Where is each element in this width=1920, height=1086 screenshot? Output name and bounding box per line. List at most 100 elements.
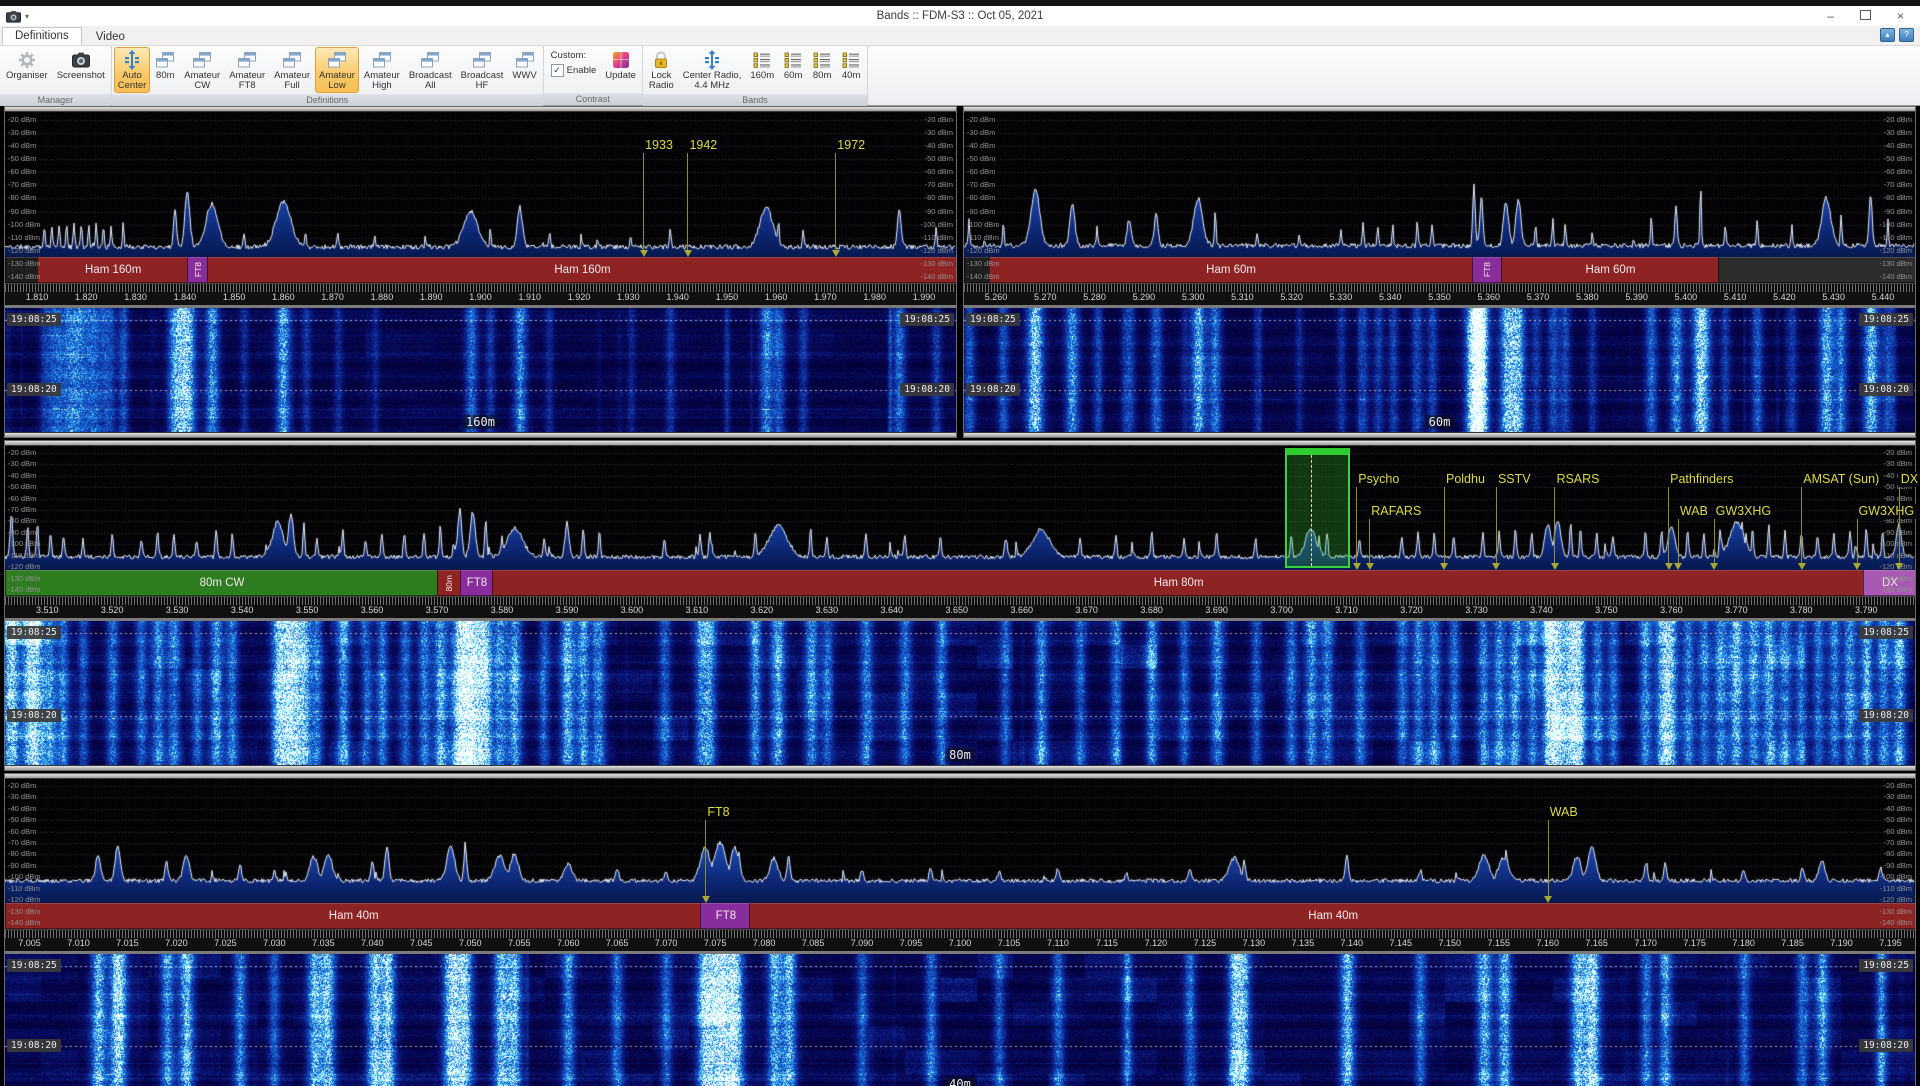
ribbon-button-label: Organiser [6, 71, 48, 92]
tab-video[interactable]: Video [84, 29, 137, 45]
band-segment-ft8[interactable]: FT8 [1472, 257, 1503, 283]
band-segment-ham-40m[interactable]: Ham 40m [749, 903, 1915, 929]
freq-tick-label: 5.340 [1379, 292, 1402, 302]
marker-pathfinders[interactable]: Pathfinders [1667, 472, 1736, 487]
freq-tick-label: 1.930 [617, 292, 640, 302]
marker-gw3xhg[interactable]: GW3XHG [1856, 504, 1918, 519]
band-segment-ham-40m[interactable]: Ham 40m [5, 903, 701, 929]
spectrum-40m[interactable]: Ham 40mFT8Ham 40m -20 dBm-20 dBm-30 dBm-… [5, 779, 1915, 929]
band-segment-ham-60m[interactable]: Ham 60m [989, 257, 1473, 283]
ribbon-button-amateur-full[interactable]: AmateurFull [270, 47, 314, 93]
band-segment-ft8[interactable]: FT8 [187, 257, 208, 283]
marker-line [1857, 519, 1858, 563]
band-segment-ham-80m[interactable]: Ham 80m [492, 570, 1864, 596]
marker-rafars[interactable]: RAFARS [1368, 504, 1424, 519]
marker-gw3xhg[interactable]: GW3XHG [1713, 504, 1775, 519]
ribbon-button-organiser[interactable]: Organiser [2, 47, 52, 93]
band-segment-unallocated[interactable] [964, 257, 990, 283]
ribbon-button-amateur-high[interactable]: AmateurHigh [360, 47, 404, 93]
marker-1933[interactable]: 1933 [642, 138, 676, 153]
app-window: ▾ Bands :: FDM-S3 :: Oct 05, 2021 – × De… [0, 0, 1920, 1086]
waterfall-160m[interactable]: 160m 19:08:2519:08:2519:08:2019:08:20 [5, 308, 956, 432]
freq-tick-label: 5.280 [1083, 292, 1106, 302]
timestamp-top-right: 19:08:25 [1859, 959, 1913, 972]
freq-tick-label: 3.510 [36, 605, 59, 615]
ribbon-button-80m[interactable]: 80m [808, 47, 836, 93]
marker-1942[interactable]: 1942 [686, 138, 720, 153]
freq-tick-label: 3.580 [491, 605, 514, 615]
marker-poldhu[interactable]: Poldhu [1443, 472, 1488, 487]
help-icon[interactable]: ? [1899, 28, 1914, 42]
ribbon-button-broadcast-all[interactable]: BroadcastAll [405, 47, 456, 93]
waterfall-80m[interactable]: 80m 19:08:2519:08:2519:08:2019:08:20 [5, 621, 1915, 765]
marker-1972[interactable]: 1972 [834, 138, 868, 153]
band-segment-dx[interactable]: DX [1863, 570, 1915, 596]
tab-definitions[interactable]: Definitions [2, 27, 82, 45]
palette-icon [611, 50, 631, 70]
marker-wab[interactable]: WAB [1677, 504, 1711, 519]
freq-tick-label: 1.820 [75, 292, 98, 302]
restore-button[interactable] [1860, 10, 1871, 22]
update-button[interactable]: Update [601, 47, 640, 92]
ribbon-button-auto-center[interactable]: AutoCenter [114, 47, 151, 93]
spectrum-160m[interactable]: Ham 160mFT8Ham 160m -20 dBm-20 dBm-30 dB… [5, 112, 956, 283]
gear-icon [17, 50, 37, 70]
band-segment-ham-60m[interactable]: Ham 60m [1501, 257, 1719, 283]
band-segment-ham-160m[interactable]: Ham 160m [207, 257, 956, 283]
band-segment-80m-cw[interactable]: 80m CW [5, 570, 438, 596]
marker-psycho[interactable]: Psycho [1355, 472, 1402, 487]
close-button[interactable]: × [1897, 10, 1904, 22]
bandbar-160m[interactable]: Ham 160mFT8Ham 160m [5, 257, 956, 283]
bandbar-40m[interactable]: Ham 40mFT8Ham 40m [5, 903, 1915, 929]
band-name-label: 60m [1425, 415, 1455, 429]
bandbar-60m[interactable]: Ham 60mFT8Ham 60m [964, 257, 1915, 283]
freq-tick-label: 1.950 [716, 292, 739, 302]
band-segment-ham-160m[interactable]: Ham 160m [37, 257, 188, 283]
marker-ft8[interactable]: FT8 [704, 805, 732, 820]
marker-arrow-icon [1798, 563, 1806, 570]
band-segment-unallocated[interactable] [5, 257, 38, 283]
marker-wab[interactable]: WAB [1547, 805, 1581, 820]
ribbon-button-center-radio-4-4-mhz[interactable]: Center Radio,4.4 MHz [679, 47, 746, 93]
spectrum-60m[interactable]: Ham 60mFT8Ham 60m -20 dBm-20 dBm-30 dBm-… [964, 112, 1915, 283]
ribbon-button-label: LockRadio [649, 71, 674, 92]
ribbon-button-label: AmateurHigh [364, 71, 400, 92]
band-segment-ft8[interactable]: FT8 [700, 903, 750, 929]
marker-sstv[interactable]: SSTV [1495, 472, 1534, 487]
ribbon-button-amateur-cw[interactable]: AmateurCW [180, 47, 224, 93]
ribbon-button-160m[interactable]: 160m [746, 47, 778, 93]
ribbon-button-amateur-ft8[interactable]: AmateurFT8 [225, 47, 269, 93]
marker-amsat-sun[interactable]: AMSAT (Sun) [1800, 472, 1882, 487]
freq-tick-label: 7.075 [704, 938, 727, 948]
freq-tick-label: 5.300 [1182, 292, 1205, 302]
list-icon [841, 50, 861, 70]
ribbon-display-options-icon[interactable]: ▴ [1880, 28, 1895, 42]
freq-tick-label: 3.650 [945, 605, 968, 615]
ribbon-button-broadcast-hf[interactable]: BroadcastHF [457, 47, 508, 93]
minimize-button[interactable]: – [1827, 10, 1834, 22]
band-segment-80m[interactable]: 80m [437, 570, 461, 596]
bandbar-80m[interactable]: 80m CW80mFT8Ham 80mDX [5, 570, 1915, 596]
marker-rsars[interactable]: RSARS [1553, 472, 1602, 487]
ribbon-button-lock-radio[interactable]: LockRadio [645, 47, 678, 93]
spectrum-80m[interactable]: 80m CW80mFT8Ham 80mDX -20 dBm-20 dBm-30 … [5, 446, 1915, 596]
timestamp-bottom-left: 19:08:20 [7, 1039, 61, 1052]
ribbon-button-80m[interactable]: 80m [151, 47, 179, 93]
enable-checkbox[interactable]: ✓Enable [551, 64, 597, 77]
ribbon-button-amateur-low[interactable]: AmateurLow [315, 47, 359, 93]
ribbon: Organiser Screenshot ManagerAutoCenter80… [0, 46, 1920, 106]
ribbon-button-screenshot[interactable]: Screenshot [53, 47, 109, 93]
ribbon-button-40m[interactable]: 40m [837, 47, 865, 93]
band-segment-unallocated[interactable] [1718, 257, 1915, 283]
ribbon-button-wwv[interactable]: WWV [508, 47, 540, 93]
frequency-selection-box[interactable] [1285, 448, 1350, 568]
freq-tick-label: 5.440 [1872, 292, 1895, 302]
panel-row-top: Ham 160mFT8Ham 160m -20 dBm-20 dBm-30 dB… [4, 106, 1916, 438]
waterfall-60m[interactable]: 60m 19:08:2519:08:2519:08:2019:08:20 [964, 308, 1915, 432]
freq-tick-label: 7.085 [802, 938, 825, 948]
freq-ruler-60m [964, 283, 1915, 292]
marker-dx[interactable]: DX [1898, 472, 1920, 487]
band-segment-ft8[interactable]: FT8 [460, 570, 493, 596]
waterfall-40m[interactable]: 40m 19:08:2519:08:2519:08:2019:08:20 [5, 954, 1915, 1086]
ribbon-button-60m[interactable]: 60m [779, 47, 807, 93]
